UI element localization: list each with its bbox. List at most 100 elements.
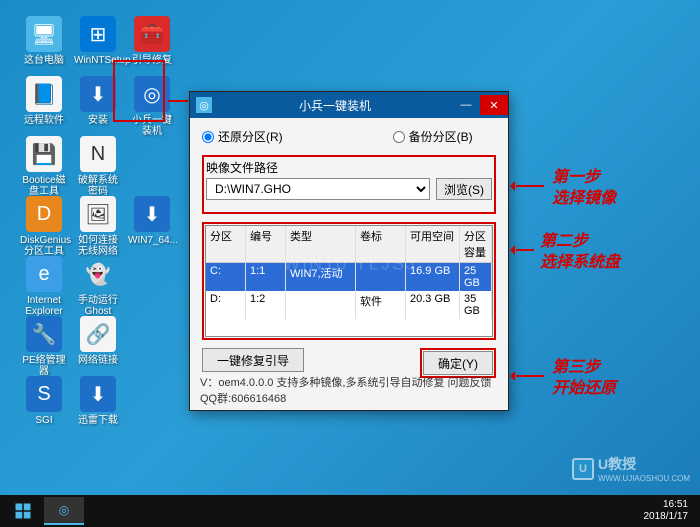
repair-boot-button[interactable]: 一键修复引导 (202, 348, 304, 372)
status-bar: V：oem4.0.0.0 支持多种镜像,多系统引导自动修复 问题反馈QQ群:60… (200, 374, 498, 406)
table-cell: 16.9 GB (406, 263, 460, 291)
desktop-icon-glyph: 📘 (26, 76, 62, 112)
annotation-step2: 第二步 选择系统盘 (540, 232, 620, 274)
table-row[interactable]: C:1:1WIN7,活动 16.9 GB25 GB (206, 263, 492, 291)
app-icon: ◎ (196, 97, 212, 113)
annotation-step3: 第三步 开始还原 (552, 358, 616, 400)
image-path-select[interactable]: D:\WIN7.GHO (206, 178, 430, 200)
desktop-icon-label: WIN7_64... (128, 235, 176, 246)
desktop-icon[interactable]: SSGI (20, 376, 68, 426)
step1-title: 第一步 (552, 168, 616, 189)
table-row[interactable]: D:1:2 软件20.3 GB35 GB (206, 291, 492, 319)
restore-radio-input[interactable] (202, 131, 214, 143)
desktop-icon-label: Internet Explorer (20, 295, 68, 317)
desktop-icon-label: 这台电脑 (20, 55, 68, 66)
step2-sub: 选择系统盘 (540, 253, 620, 274)
path-label: 映像文件路径 (206, 159, 492, 176)
table-cell: C: (206, 263, 246, 291)
table-cell: 35 GB (460, 291, 492, 319)
column-header[interactable]: 分区 (206, 226, 246, 262)
window-title: 小兵一键装机 (218, 97, 452, 114)
desktop-icon[interactable]: 👻 手动运行Ghost (74, 256, 122, 317)
desktop-icon-label: DiskGenius分区工具 (20, 235, 68, 257)
table-cell: 软件 (356, 291, 406, 319)
desktop-icon-glyph: D (26, 196, 62, 232)
backup-radio-input[interactable] (393, 131, 405, 143)
desktop-icon-label: Bootice磁盘工具 (20, 175, 68, 197)
desktop-icon-glyph: 🔧 (26, 316, 62, 352)
desktop-icon-glyph: 🔗 (80, 316, 116, 352)
desktop-icon-glyph: 🖥 (26, 16, 62, 52)
desktop-icon[interactable]: D DiskGenius分区工具 (20, 196, 68, 257)
backup-radio-label: 备份分区(B) (409, 128, 473, 145)
desktop-icon-glyph: N (80, 136, 116, 172)
desktop-icon-glyph: 🧰 (134, 16, 170, 52)
desktop-icon[interactable]: ⊞WinNTSetup (74, 16, 122, 66)
desktop-icon[interactable]: 🧰引导修复 (128, 16, 176, 66)
step2-title: 第二步 (540, 232, 620, 253)
desktop-icon[interactable]: 🖼 如何连接无线网络 (74, 196, 122, 257)
desktop-icon[interactable]: 🖥 这台电脑 (20, 16, 68, 66)
arrow-step2 (516, 249, 534, 251)
desktop-icon[interactable]: ⬇ WIN7_64... (128, 196, 176, 246)
taskbar[interactable]: ◎ 16:51 2018/1/17 (0, 495, 700, 527)
restore-radio-label: 还原分区(R) (218, 128, 283, 145)
brand-watermark: U U教授 WWW.UJIAOSHOU.COM (572, 454, 690, 483)
partition-table[interactable]: 分区编号类型卷标可用空间分区容量 C:1:1WIN7,活动 16.9 GB25 G… (205, 225, 493, 337)
desktop-icon[interactable]: 💾 Bootice磁盘工具 (20, 136, 68, 197)
step3-title: 第三步 (552, 358, 616, 379)
desktop-icon-label: 远程软件 (20, 115, 68, 126)
desktop-icon-label: 破解系统密码 (74, 175, 122, 197)
desktop-icon-label: PE络管理器 (20, 355, 68, 377)
column-header[interactable]: 编号 (246, 226, 286, 262)
column-header[interactable]: 分区容量 (460, 226, 492, 262)
step1-sub: 选择镜像 (552, 189, 616, 210)
table-cell: 25 GB (460, 263, 492, 291)
desktop-icon-glyph: ⊞ (80, 16, 116, 52)
desktop-icon-glyph: S (26, 376, 62, 412)
tray-date: 2018/1/17 (644, 511, 689, 523)
desktop-icon[interactable]: 🔗 网络链接 (74, 316, 122, 366)
column-header[interactable]: 卷标 (356, 226, 406, 262)
ok-button[interactable]: 确定(Y) (423, 351, 493, 375)
desktop-icon-glyph: ⬇ (80, 376, 116, 412)
system-tray[interactable]: 16:51 2018/1/17 (636, 499, 697, 523)
desktop-icon-glyph: ⬇ (134, 196, 170, 232)
table-cell (356, 263, 406, 291)
table-cell: 20.3 GB (406, 291, 460, 319)
desktop-icon[interactable]: eInternet Explorer (20, 256, 68, 317)
minimize-button[interactable]: — (452, 95, 480, 115)
table-cell: WIN7,活动 (286, 263, 356, 291)
tray-time: 16:51 (644, 499, 689, 511)
desktop-icon[interactable]: 🔧 PE络管理器 (20, 316, 68, 377)
desktop-icon-label: 如何连接无线网络 (74, 235, 122, 257)
close-button[interactable]: ✕ (480, 95, 508, 115)
table-cell: 1:2 (246, 291, 286, 319)
desktop-icon-label: 迅雷下载 (74, 415, 122, 426)
table-cell: D: (206, 291, 246, 319)
desktop-icon-glyph: 🖼 (80, 196, 116, 232)
selected-icon-frame (113, 60, 165, 122)
annotation-step1: 第一步 选择镜像 (552, 168, 616, 210)
titlebar[interactable]: ◎ 小兵一键装机 — ✕ (190, 92, 508, 118)
arrow-step3 (516, 375, 544, 377)
table-cell: 1:1 (246, 263, 286, 291)
desktop-icon-glyph: 💾 (26, 136, 62, 172)
arrow-step1 (516, 185, 544, 187)
restore-radio[interactable]: 还原分区(R) (202, 128, 283, 145)
browse-button[interactable]: 浏览(S) (436, 178, 492, 200)
desktop-icon-label: 网络链接 (74, 355, 122, 366)
column-header[interactable]: 可用空间 (406, 226, 460, 262)
arrow-to-window (168, 100, 188, 102)
installer-window: ◎ 小兵一键装机 — ✕ 还原分区(R) 备份分区(B) 映像文件路径 (189, 91, 509, 411)
column-header[interactable]: 类型 (286, 226, 356, 262)
desktop-icon[interactable]: 📘 远程软件 (20, 76, 68, 126)
desktop-icon[interactable]: N 破解系统密码 (74, 136, 122, 197)
backup-radio[interactable]: 备份分区(B) (393, 128, 473, 145)
step3-sub: 开始还原 (552, 379, 616, 400)
desktop-icon-glyph: 👻 (80, 256, 116, 292)
start-button[interactable] (4, 497, 42, 525)
desktop-icon-label: 手动运行Ghost (74, 295, 122, 317)
taskbar-app[interactable]: ◎ (44, 497, 84, 525)
desktop-icon[interactable]: ⬇ 迅雷下载 (74, 376, 122, 426)
